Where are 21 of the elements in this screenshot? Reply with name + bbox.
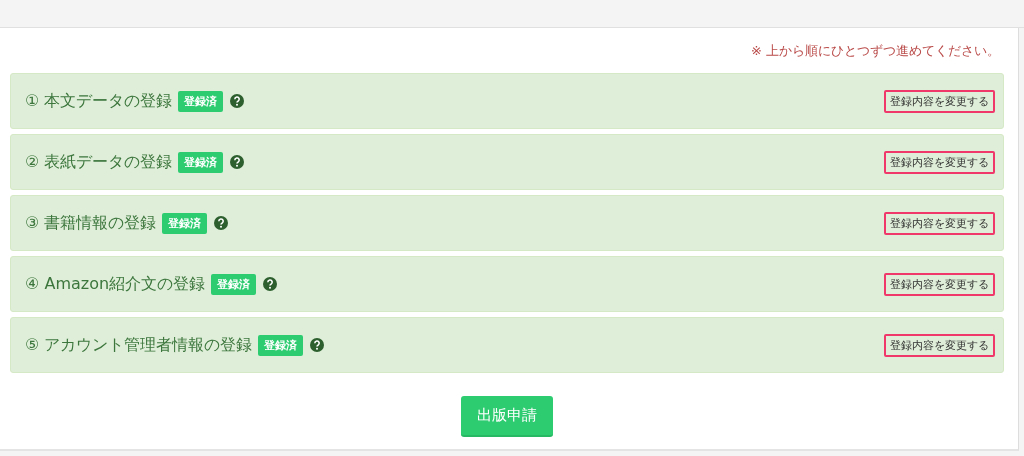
status-badge: 登録済 — [258, 334, 304, 356]
help-icon[interactable] — [230, 155, 245, 169]
status-badge: 登録済 — [162, 212, 208, 234]
status-badge: 登録済 — [178, 151, 224, 173]
step-title: ④ Amazon紹介文の登録 — [25, 273, 206, 295]
edit-button[interactable]: 登録内容を変更する — [884, 333, 995, 357]
edit-button[interactable]: 登録内容を変更する — [884, 150, 995, 174]
edit-button[interactable]: 登録内容を変更する — [884, 211, 995, 235]
instruction-note: ※ 上から順にひとつずつ進めてください。 — [750, 42, 1000, 60]
status-badge: 登録済 — [211, 273, 257, 295]
edit-button[interactable]: 登録内容を変更する — [884, 89, 995, 113]
step-title: ① 本文データの登録 — [25, 90, 173, 112]
status-badge: 登録済 — [178, 90, 224, 112]
step-title: ⑤ アカウント管理者情報の登録 — [25, 334, 253, 356]
step-title: ③ 書籍情報の登録 — [25, 212, 157, 234]
help-icon[interactable] — [310, 338, 325, 352]
step-title: ② 表紙データの登録 — [25, 151, 173, 173]
help-icon[interactable] — [214, 216, 229, 230]
help-icon[interactable] — [230, 94, 245, 108]
edit-button[interactable]: 登録内容を変更する — [884, 272, 995, 296]
help-icon[interactable] — [263, 277, 278, 291]
